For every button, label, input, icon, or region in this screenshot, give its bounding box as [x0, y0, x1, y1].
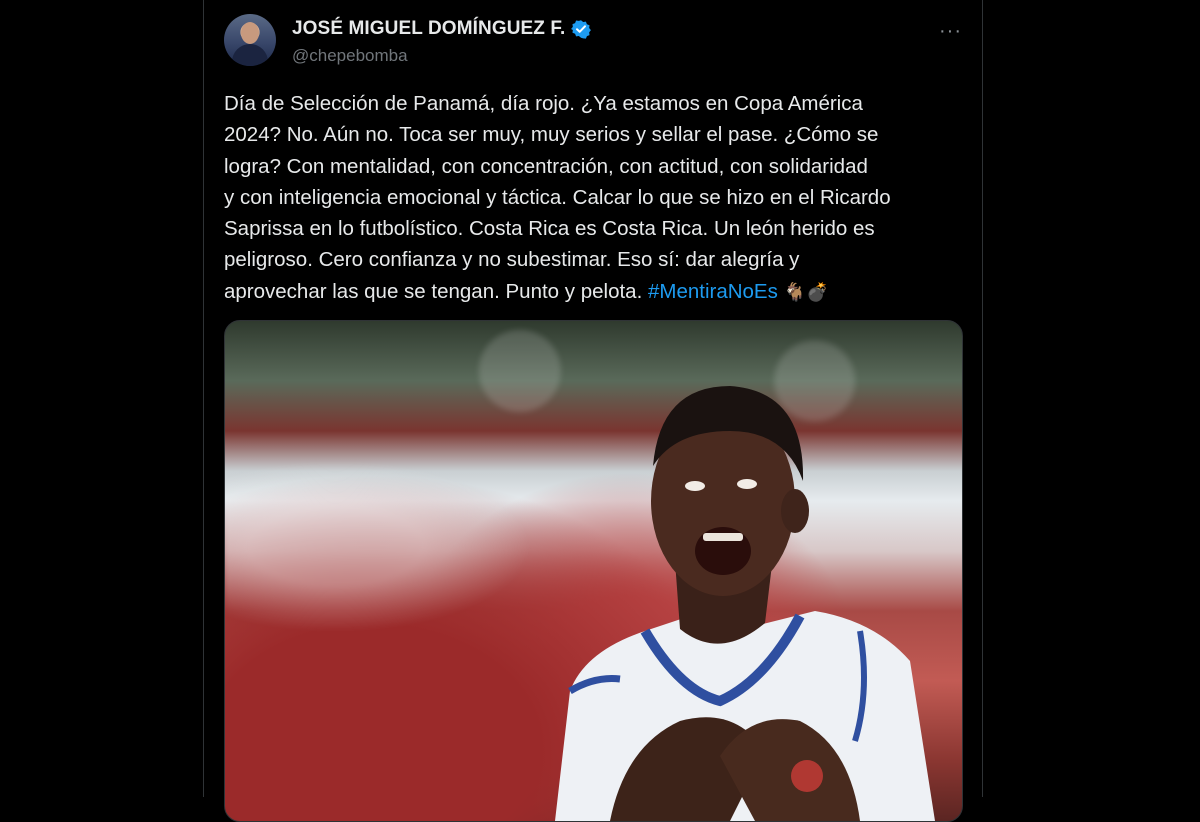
author-name-row: JOSÉ MIGUEL DOMÍNGUEZ F.: [292, 18, 592, 40]
goat-bomb-emoji: 🐐💣: [783, 281, 829, 302]
avatar-head: [241, 22, 259, 44]
author-block: JOSÉ MIGUEL DOMÍNGUEZ F. @chepebomba: [292, 18, 592, 66]
avatar[interactable]: [224, 14, 276, 66]
tweet-text: Día de Selección de Panamá, día rojo. ¿Y…: [224, 88, 964, 308]
tweet-text-line: 2024? No. Aún no. Toca ser muy, muy seri…: [224, 123, 879, 147]
author-name[interactable]: JOSÉ MIGUEL DOMÍNGUEZ F.: [292, 18, 565, 40]
tweet-text-line: Saprissa en lo futbolístico. Costa Rica …: [224, 217, 875, 241]
player-figure: [555, 386, 935, 821]
tweet-photo[interactable]: [224, 320, 963, 822]
avatar-shoulders: [232, 44, 268, 66]
tweet-text-line: y con inteligencia emocional y táctica. …: [224, 185, 891, 209]
tweet-text-last-line: aprovechar las que se tengan. Punto y pe…: [224, 276, 964, 308]
verified-badge-icon: [571, 20, 592, 39]
tweet-text-line: aprovechar las que se tengan. Punto y pe…: [224, 279, 648, 303]
tweet-text-line: logra? Con mentalidad, con concentración…: [224, 154, 868, 178]
author-handle[interactable]: @chepebomba: [292, 46, 591, 66]
tweet-text-line: Día de Selección de Panamá, día rojo. ¿Y…: [224, 92, 863, 115]
more-options-icon[interactable]: ···: [939, 20, 962, 43]
hashtag-link[interactable]: #MentiraNoEs: [648, 280, 778, 303]
tweet-text-line: peligroso. Cero confianza y no subestima…: [224, 248, 800, 272]
tweet-card: JOSÉ MIGUEL DOMÍNGUEZ F. @chepebomba ···…: [203, 0, 983, 822]
